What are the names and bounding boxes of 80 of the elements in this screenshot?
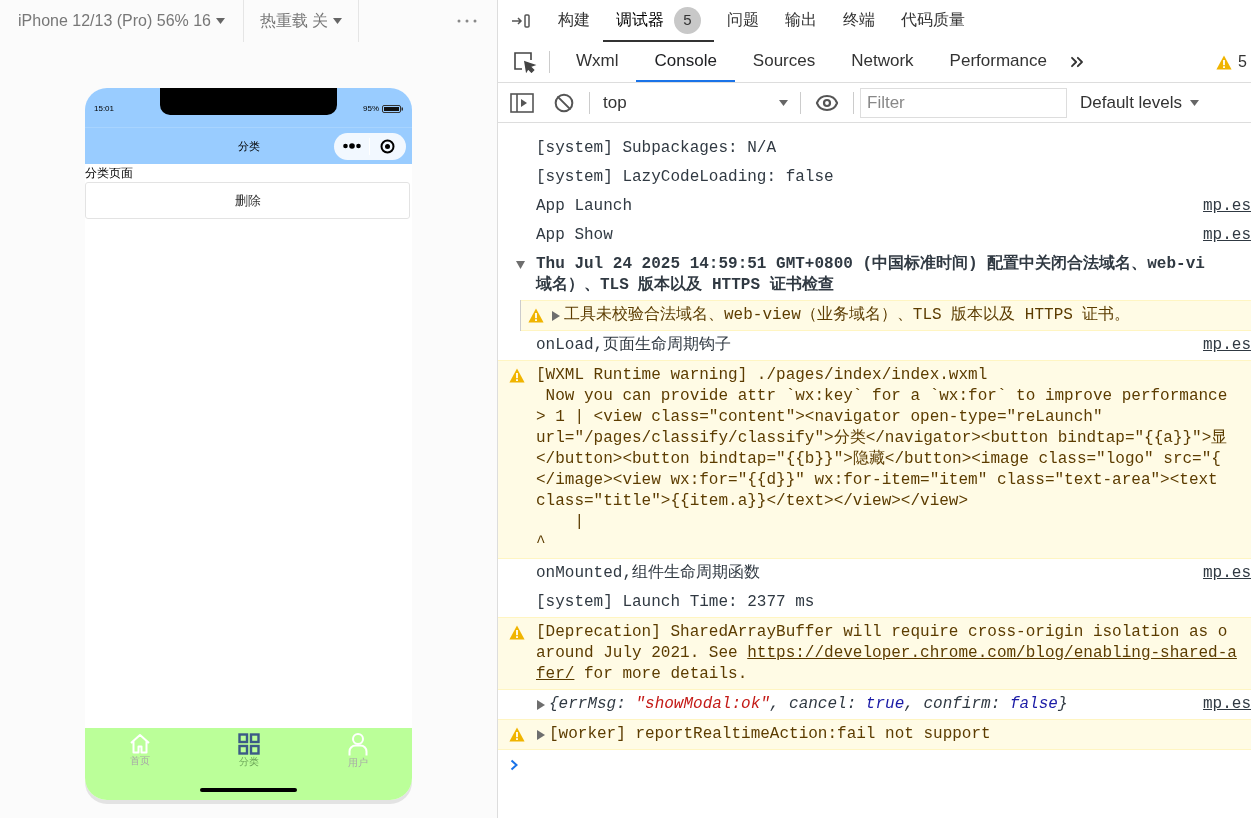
clear-icon[interactable]	[554, 92, 574, 113]
dock-icon[interactable]	[511, 13, 531, 29]
link[interactable]: https://developer.chrome.com/blog/enabling-shared-a	[747, 644, 1237, 662]
console-message: for more details.	[583, 665, 748, 683]
warning-icon	[509, 625, 525, 640]
nav-title: 分类	[237, 138, 260, 154]
console-message: > 1 | <view class="content"><navigator open-type="reLaunch"	[536, 407, 1104, 428]
console-message: Thu Jul 24 2025 14:59:51 GMT+0800 (中国标准时间) 配置中关闭合法域名、web-vi	[536, 254, 1205, 275]
count-badge: 5	[674, 6, 701, 34]
sidebar-toggle-icon[interactable]	[510, 92, 534, 113]
source-link[interactable]: mp.es	[1195, 196, 1251, 217]
status-time: 15:01	[94, 105, 115, 113]
delete-button[interactable]: 删除	[85, 182, 410, 219]
expand-triangle-icon[interactable]	[536, 730, 545, 740]
console-message: App Show	[536, 225, 613, 246]
warning-icon	[509, 727, 525, 742]
filter-field[interactable]: Filter	[860, 87, 1067, 118]
source-link[interactable]: mp.es	[1195, 694, 1251, 715]
panel-tab[interactable]: Console	[636, 42, 735, 82]
page-text: 分类页面	[85, 165, 133, 182]
record-icon	[380, 138, 395, 154]
grid-icon	[237, 733, 260, 755]
context-select[interactable]: top	[590, 89, 800, 116]
warning-icon	[509, 368, 525, 383]
source-link[interactable]: mp.es	[1195, 225, 1251, 246]
top-tab[interactable]: 问题	[714, 0, 772, 42]
top-tab[interactable]: 代码质量	[888, 0, 978, 42]
link[interactable]: fer/	[536, 665, 575, 683]
top-tab[interactable]: 调试器 5	[603, 0, 714, 42]
user-icon	[347, 733, 368, 756]
console-message: 域名）、TLS 版本以及 HTTPS 证书检查	[536, 275, 835, 296]
console-message: [WXML Runtime warning] ./pages/index/index.wxml	[536, 365, 989, 386]
panel-tab[interactable]: Sources	[734, 42, 834, 82]
console-message: [system] LazyCodeLoading: false	[536, 167, 834, 188]
warning-counter[interactable]: 5	[1216, 50, 1251, 74]
caret-icon	[333, 18, 343, 24]
top-tab[interactable]: 终端	[830, 0, 888, 42]
expand-triangle-icon[interactable]	[515, 260, 525, 270]
console-message: </image><view wx:for="{{d}}" wx:for-item="item" class="text-area"><text	[536, 470, 1219, 491]
console-message: [system] Launch Time: 2377 ms	[536, 592, 815, 613]
caret-icon	[1190, 99, 1200, 106]
console-message: onLoad,页面生命周期钩子	[536, 335, 732, 356]
expand-triangle-icon[interactable]	[551, 311, 560, 321]
inspect-icon[interactable]	[513, 51, 537, 73]
console-message: 工具未校验合法域名、web-view（业务域名）、TLS 版本以及 HTTPS 证书。	[564, 305, 1131, 326]
top-tab[interactable]: 输出	[772, 0, 830, 42]
console-message: [worker] reportRealtimeAction:fail not support	[549, 724, 991, 745]
device-selector[interactable]: iPhone 12/13 (Pro) 56% 16	[0, 0, 243, 42]
battery-icon	[382, 105, 403, 113]
more-icon	[343, 143, 361, 149]
console-message: [Deprecation] SharedArrayBuffer will require cross-origin isolation as o	[536, 622, 1229, 643]
levels-select[interactable]: Default levels	[1080, 89, 1200, 116]
panel-tab[interactable]: Wxml	[558, 42, 637, 82]
hot-reload-selector[interactable]: 热重载 关	[244, 0, 359, 42]
console-message: |	[573, 512, 585, 533]
console-message: ^	[536, 533, 547, 554]
panel-tab[interactable]: Network	[833, 42, 932, 82]
console-message: onMounted,组件生命周期函数	[536, 563, 760, 584]
console-message: class="title">{{item.a}}</text></view></view>	[536, 491, 970, 512]
console-message: </button><button bindtap="{{b}}">隐藏</button><image class="logo" src="{	[536, 449, 1222, 470]
console-message: [system] Subpackages: N/A	[536, 138, 777, 159]
caret-icon	[216, 18, 225, 24]
capsule-button[interactable]	[334, 132, 406, 160]
source-link[interactable]: mp.es	[1195, 563, 1251, 584]
console-message: url="/pages/classify/classify">分类</navigator><button bindtap="{{a}}">显	[536, 428, 1228, 449]
battery-text: 95%	[363, 105, 379, 113]
console-message: Now you can provide attr `wx:key` for a `wx:for` to improve performance	[544, 386, 1228, 407]
panel-tab[interactable]: Performance	[931, 42, 1065, 82]
warning-icon	[1216, 54, 1233, 70]
prompt-icon[interactable]	[510, 759, 519, 771]
expand-triangle-icon[interactable]	[536, 700, 545, 710]
console-message: around July 2021. See	[536, 644, 739, 662]
warning-icon	[528, 308, 544, 323]
top-tab[interactable]: 构建	[545, 0, 603, 42]
console-message: {errMsg: "showModal:ok", cancel: true, confirm: false}	[549, 694, 1068, 715]
home-icon	[128, 733, 151, 754]
caret-icon	[779, 99, 788, 106]
more-icon[interactable]	[457, 19, 477, 23]
console-message: App Launch	[536, 196, 632, 217]
source-link[interactable]: mp.es	[1195, 335, 1251, 356]
